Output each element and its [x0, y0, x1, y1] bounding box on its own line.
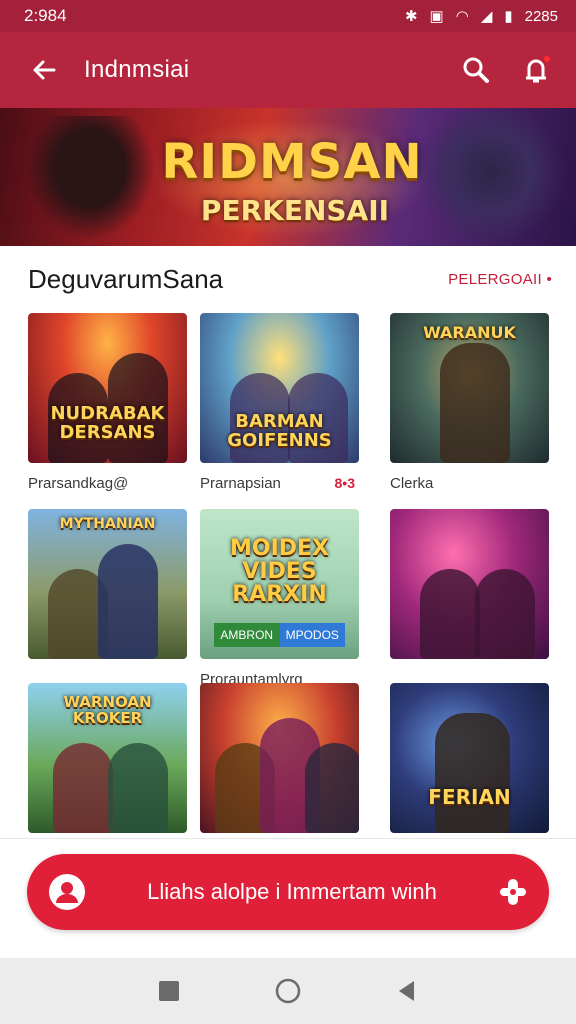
hero-figure: [420, 569, 480, 659]
hero-figure: [53, 743, 113, 833]
home-button[interactable]: [266, 969, 310, 1013]
banner-hero-right: [416, 112, 566, 246]
card-button-secondary[interactable]: MPODOS: [279, 623, 345, 647]
notification-dot: [542, 54, 552, 64]
game-card[interactable]: [200, 683, 359, 845]
game-thumbnail: FERIAN: [390, 683, 549, 833]
game-card[interactable]: WARNOAN KROKER: [28, 683, 187, 845]
user-shield-icon: [49, 874, 85, 910]
nfc-icon: ▣: [429, 8, 444, 25]
triangle-back-icon: [398, 981, 414, 1001]
cta-left-icon-wrap: [35, 860, 99, 924]
game-thumbnail: [390, 509, 549, 659]
section-title: DeguvarumSana: [28, 263, 224, 294]
card-button-row: AMBRON MPODOS: [214, 623, 345, 647]
primary-cta-button[interactable]: Lliahs alolpe i Immertam winh: [27, 854, 549, 930]
banner-subtitle: PERKENSAII: [200, 194, 390, 227]
cta-label: Lliahs alolpe i Immertam winh: [147, 879, 437, 904]
see-all-link[interactable]: PELERGOAII •: [448, 271, 552, 288]
game-thumbnail: [200, 683, 359, 833]
status-time-left: 2:984: [24, 6, 67, 25]
game-card[interactable]: MOIDEX VIDES RARXIN AMBRON MPODOS Prorau…: [200, 509, 359, 688]
game-card[interactable]: [390, 509, 549, 671]
game-title: Prarsandkag@: [28, 475, 129, 492]
game-thumbnail: MYTHANIAN: [28, 509, 187, 659]
game-logo: MOIDEX VIDES RARXIN: [229, 536, 330, 608]
game-card[interactable]: FERIAN: [390, 683, 549, 845]
square-icon: [159, 981, 180, 1001]
bluetooth-icon: ✱: [404, 8, 418, 25]
gamepad-icon: [500, 879, 526, 905]
game-logo: FERIAN: [428, 785, 511, 809]
game-thumbnail: MOIDEX VIDES RARXIN AMBRON MPODOS: [200, 509, 359, 659]
notifications-button[interactable]: [514, 48, 558, 92]
game-card[interactable]: WARANUK Clerka: [390, 313, 549, 492]
game-logo: MYTHANIAN: [59, 516, 156, 532]
battery-icon: ▮: [504, 8, 513, 25]
system-nav-bar: [0, 958, 576, 1024]
game-badge: 8•3: [334, 475, 355, 491]
game-thumbnail: WARNOAN KROKER: [28, 683, 187, 833]
hero-figure: [475, 569, 535, 659]
banner-hero-left: [20, 116, 160, 246]
game-card[interactable]: BARMAN GOIFENNS Prarnapsian 8•3: [200, 313, 359, 492]
signal-icon: ◢: [480, 8, 493, 25]
game-logo: WARANUK: [423, 323, 516, 342]
search-icon: [463, 57, 489, 83]
status-icons: ✱ ▣ ◠ ◢ ▮ 2285: [404, 7, 558, 26]
game-card[interactable]: MYTHANIAN: [28, 509, 187, 671]
section-header: DeguvarumSana PELERGOAII •: [0, 246, 576, 312]
status-bar: 2:984 ✱ ▣ ◠ ◢ ▮ 2285: [0, 0, 576, 32]
hero-figure: [108, 743, 168, 833]
back-nav-button[interactable]: [385, 969, 429, 1013]
status-time-right: 2285: [524, 7, 558, 25]
hero-figure: [305, 743, 359, 833]
game-logo: BARMAN GOIFENNS: [227, 411, 332, 451]
hero-figure: [98, 544, 158, 659]
cta-right-icon-wrap: [485, 864, 541, 920]
hero-figure: [435, 713, 510, 833]
card-button-primary[interactable]: AMBRON: [214, 623, 280, 647]
recents-button[interactable]: [147, 969, 191, 1013]
page-title: Indnmsiai: [84, 56, 190, 83]
hero-figure: [440, 343, 510, 463]
circle-icon: [275, 978, 301, 1004]
game-thumbnail: BARMAN GOIFENNS: [200, 313, 359, 463]
game-title: Clerka: [390, 475, 434, 492]
game-logo: NUDRABAK DERSANS: [50, 403, 165, 443]
arrow-left-icon: [33, 60, 56, 80]
game-thumbnail: WARANUK: [390, 313, 549, 463]
banner-title: RIDMSAN: [161, 134, 423, 190]
game-thumbnail: NUDRABAK DERSANS: [28, 313, 187, 463]
back-button[interactable]: [16, 42, 72, 98]
promo-banner[interactable]: RIDMSAN PERKENSAII: [0, 108, 576, 246]
wifi-icon: ◠: [455, 8, 469, 25]
game-logo: WARNOAN KROKER: [63, 693, 152, 727]
app-bar: Indnmsiai: [0, 32, 576, 108]
game-card[interactable]: NUDRABAK DERSANS Prarsandkag@: [28, 313, 187, 492]
search-button[interactable]: [454, 48, 498, 92]
